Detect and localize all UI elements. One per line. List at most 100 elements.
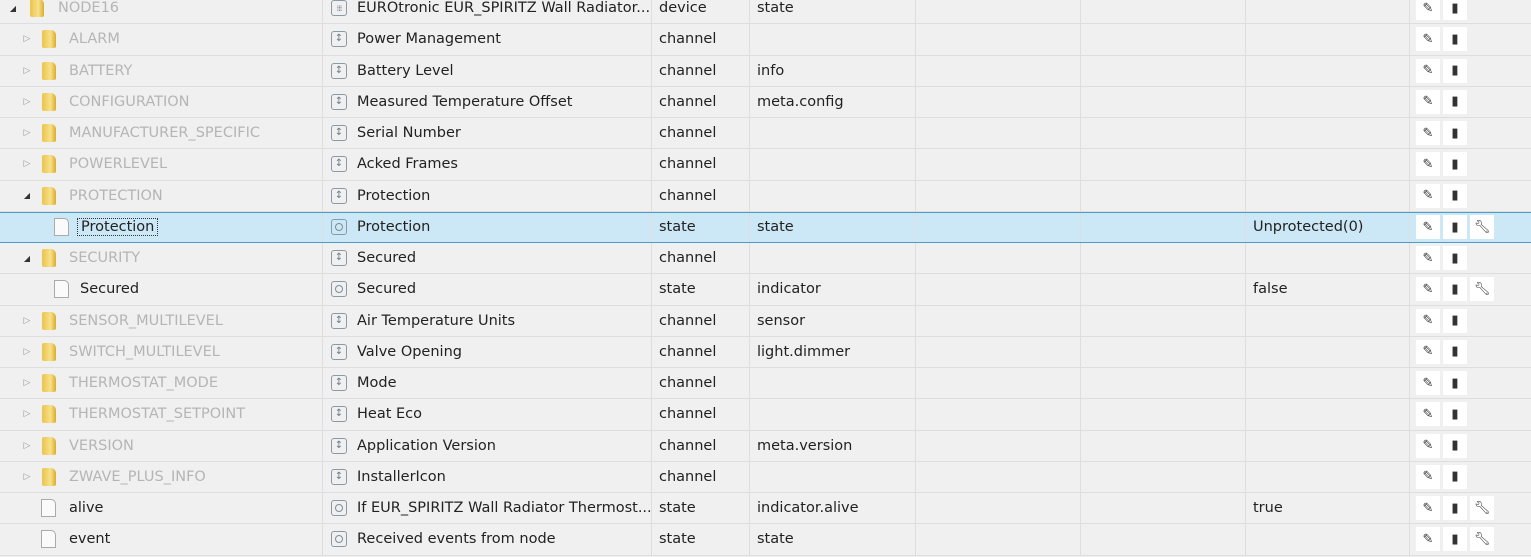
expand-arrow-icon[interactable]: ▷ <box>21 316 33 326</box>
trash-icon[interactable]: ▮ <box>1443 183 1467 208</box>
room-cell <box>916 86 1081 117</box>
trash-icon[interactable]: ▮ <box>1443 89 1467 114</box>
expand-arrow-icon[interactable]: ▷ <box>21 128 33 138</box>
trash-icon[interactable]: ▮ <box>1443 402 1467 427</box>
object-id[interactable]: THERMOSTAT_MODE <box>69 375 218 391</box>
tree-row[interactable]: ▷ POWERLEVEL Acked Frames channel ✎ ▮ <box>0 149 1531 181</box>
object-id[interactable]: PROTECTION <box>69 188 163 204</box>
object-id[interactable]: event <box>69 531 110 547</box>
type-cell: channel <box>652 149 750 180</box>
trash-icon[interactable]: ▮ <box>1443 308 1467 333</box>
pencil-icon[interactable]: ✎ <box>1416 152 1440 177</box>
tree-row[interactable]: event Received events from node state st… <box>0 524 1531 556</box>
object-id[interactable]: ALARM <box>69 31 120 47</box>
pencil-icon[interactable]: ✎ <box>1416 89 1440 114</box>
collapse-arrow-icon[interactable]: ◢ <box>7 4 19 13</box>
pencil-icon[interactable]: ✎ <box>1416 215 1440 240</box>
tree-row[interactable]: ▷ SENSOR_MULTILEVEL Air Temperature Unit… <box>0 305 1531 337</box>
wrench-icon[interactable]: 🔧︎ <box>1470 215 1494 240</box>
pencil-icon[interactable]: ✎ <box>1416 433 1440 458</box>
tree-row[interactable]: ◢ SECURITY Secured channel ✎ ▮ <box>0 243 1531 275</box>
tree-row[interactable]: ▷ BATTERY Battery Level channel info ✎ ▮ <box>0 55 1531 87</box>
trash-icon[interactable]: ▮ <box>1443 121 1467 146</box>
object-id[interactable]: THERMOSTAT_SETPOINT <box>69 406 245 422</box>
expand-arrow-icon[interactable]: ▷ <box>21 34 33 44</box>
object-id[interactable]: CONFIGURATION <box>69 94 190 110</box>
trash-icon[interactable]: ▮ <box>1443 277 1467 302</box>
trash-icon[interactable]: ▮ <box>1443 496 1467 521</box>
expand-arrow-icon[interactable]: ▷ <box>21 347 33 357</box>
tree-row[interactable]: ▷ VERSION Application Version channel me… <box>0 430 1531 462</box>
collapse-arrow-icon[interactable]: ◢ <box>21 254 33 263</box>
expand-arrow-icon[interactable]: ▷ <box>21 378 33 388</box>
trash-icon[interactable]: ▮ <box>1443 527 1467 552</box>
trash-icon[interactable]: ▮ <box>1443 215 1467 240</box>
tree-row[interactable]: alive If EUR_SPIRITZ Wall Radiator Therm… <box>0 493 1531 525</box>
tree-row[interactable]: ▷ CONFIGURATION Measured Temperature Off… <box>0 86 1531 118</box>
object-id[interactable]: MANUFACTURER_SPECIFIC <box>69 125 260 141</box>
tree-row[interactable]: ▷ ALARM Power Management channel ✎ ▮ <box>0 24 1531 56</box>
expand-arrow-icon[interactable]: ▷ <box>21 441 33 451</box>
trash-icon[interactable]: ▮ <box>1443 27 1467 52</box>
trash-icon[interactable]: ▮ <box>1443 464 1467 489</box>
pencil-icon[interactable]: ✎ <box>1416 121 1440 146</box>
object-id[interactable]: POWERLEVEL <box>69 156 167 172</box>
tree-row[interactable]: ▷ THERMOSTAT_MODE Mode channel ✎ ▮ <box>0 368 1531 400</box>
tree-row[interactable]: Secured Secured state indicator false ✎ … <box>0 274 1531 306</box>
pencil-icon[interactable]: ✎ <box>1416 496 1440 521</box>
object-id[interactable]: VERSION <box>69 438 134 454</box>
pencil-icon[interactable]: ✎ <box>1416 183 1440 208</box>
object-id[interactable]: BATTERY <box>69 63 132 79</box>
tree-row[interactable]: ◢ PROTECTION Protection channel ✎ ▮ <box>0 180 1531 212</box>
pencil-icon[interactable]: ✎ <box>1416 308 1440 333</box>
pencil-icon[interactable]: ✎ <box>1416 339 1440 364</box>
pencil-icon[interactable]: ✎ <box>1416 402 1440 427</box>
tree-row[interactable]: ▷ ZWAVE_PLUS_INFO InstallerIcon channel … <box>0 461 1531 493</box>
channel-type-icon <box>331 62 347 79</box>
tree-row[interactable]: ▷ SWITCH_MULTILEVEL Valve Opening channe… <box>0 336 1531 368</box>
pencil-icon[interactable]: ✎ <box>1416 0 1440 21</box>
trash-icon[interactable]: ▮ <box>1443 246 1467 271</box>
object-id[interactable]: NODE16 <box>58 0 119 16</box>
channel-type-icon <box>331 187 347 204</box>
value-cell <box>1246 0 1410 24</box>
wrench-icon[interactable]: 🔧︎ <box>1470 527 1494 552</box>
trash-icon[interactable]: ▮ <box>1443 339 1467 364</box>
tree-row[interactable]: ◢ NODE16 EUROtronic EUR_SPIRITZ Wall Rad… <box>0 0 1531 25</box>
object-id[interactable]: SWITCH_MULTILEVEL <box>69 344 220 360</box>
actions-cell: ✎ ▮ <box>1410 87 1531 117</box>
tree-row[interactable]: Protection Protection state state Unprot… <box>0 211 1531 243</box>
wrench-icon[interactable]: 🔧︎ <box>1470 277 1494 302</box>
pencil-icon[interactable]: ✎ <box>1416 277 1440 302</box>
object-id[interactable]: Secured <box>80 281 139 297</box>
role-cell <box>750 149 916 180</box>
trash-icon[interactable]: ▮ <box>1443 433 1467 458</box>
expand-arrow-icon[interactable]: ▷ <box>21 409 33 419</box>
pencil-icon[interactable]: ✎ <box>1416 58 1440 83</box>
expand-arrow-icon[interactable]: ▷ <box>21 66 33 76</box>
pencil-icon[interactable]: ✎ <box>1416 464 1440 489</box>
trash-icon[interactable]: ▮ <box>1443 0 1467 21</box>
expand-arrow-icon[interactable]: ▷ <box>21 97 33 107</box>
trash-icon[interactable]: ▮ <box>1443 58 1467 83</box>
pencil-icon[interactable]: ✎ <box>1416 246 1440 271</box>
tree-row[interactable]: ▷ THERMOSTAT_SETPOINT Heat Eco channel ✎… <box>0 399 1531 431</box>
tree-row[interactable]: ▷ MANUFACTURER_SPECIFIC Serial Number ch… <box>0 118 1531 150</box>
pencil-icon[interactable]: ✎ <box>1416 371 1440 396</box>
trash-icon[interactable]: ▮ <box>1443 371 1467 396</box>
file-icon <box>41 499 56 518</box>
folder-icon <box>42 30 56 49</box>
pencil-icon[interactable]: ✎ <box>1416 527 1440 552</box>
pencil-icon[interactable]: ✎ <box>1416 27 1440 52</box>
object-id[interactable]: alive <box>69 500 103 516</box>
expand-arrow-icon[interactable]: ▷ <box>21 159 33 169</box>
object-id[interactable]: SECURITY <box>69 250 140 266</box>
expand-arrow-icon[interactable]: ▷ <box>21 472 33 482</box>
wrench-icon[interactable]: 🔧︎ <box>1470 496 1494 521</box>
trash-icon[interactable]: ▮ <box>1443 152 1467 177</box>
room-cell <box>916 399 1081 430</box>
object-id[interactable]: ZWAVE_PLUS_INFO <box>69 469 206 485</box>
object-id[interactable]: SENSOR_MULTILEVEL <box>69 313 223 329</box>
collapse-arrow-icon[interactable]: ◢ <box>21 191 33 200</box>
object-id[interactable]: Protection <box>76 218 159 237</box>
